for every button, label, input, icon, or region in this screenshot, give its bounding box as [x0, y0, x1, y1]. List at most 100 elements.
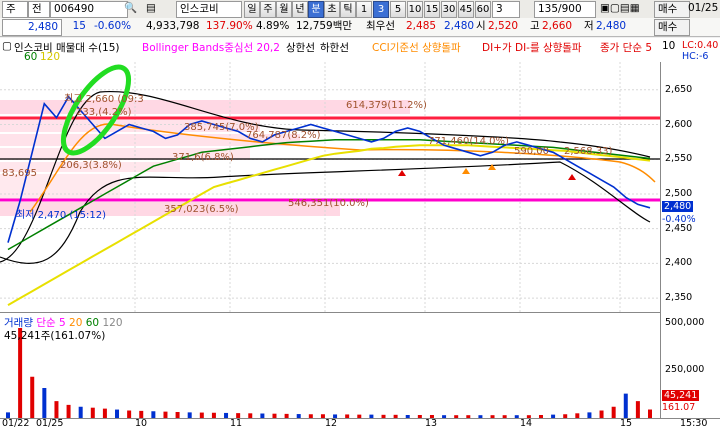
- open-label: 시: [476, 20, 486, 32]
- legend-bb[interactable]: Bollinger Bands중심선 20,2: [142, 40, 280, 55]
- period-button[interactable]: 월: [276, 1, 292, 18]
- time-tick: 15: [620, 418, 633, 429]
- volume-bar: [30, 376, 35, 418]
- legend-ma[interactable]: 종가 단순 5: [600, 40, 652, 55]
- sell-button[interactable]: 매수: [654, 19, 690, 36]
- prev-button[interactable]: 전: [28, 1, 50, 18]
- volume-current-tag: 45,241: [662, 390, 700, 401]
- time-tick-end: 15:30: [680, 418, 708, 429]
- label-p1: 614,379(11.2%): [346, 100, 427, 111]
- time-tick: 11: [230, 418, 243, 429]
- code-input[interactable]: 006490: [50, 1, 128, 18]
- price-tick: 2,600: [665, 118, 693, 130]
- interval-select-value: 3: [496, 3, 503, 15]
- volume-value: 45,241주(161.07%): [4, 330, 106, 342]
- volume-bar: [611, 406, 616, 418]
- label-p4: 764,787(8.2%): [246, 130, 321, 141]
- count-box[interactable]: 135/900: [534, 1, 596, 18]
- volume-ma120: 120: [102, 317, 123, 329]
- legend-di[interactable]: DI+가 DI-를 상향돌파: [482, 40, 582, 55]
- legend-hc: HC:-6: [682, 51, 709, 62]
- market-select[interactable]: 주: [2, 1, 28, 18]
- change: 15: [72, 20, 86, 32]
- volume-bar: [102, 408, 107, 418]
- price-tick: 2,650: [665, 83, 693, 95]
- time-tick: 01/25: [36, 418, 64, 429]
- time-tick: 14: [520, 418, 533, 429]
- time-tick: 13: [425, 418, 438, 429]
- market-label: 주: [6, 3, 16, 15]
- amount: 12,759백만: [296, 20, 353, 32]
- high-price: 2,660: [542, 20, 573, 32]
- volume-bar: [54, 401, 59, 418]
- period-button[interactable]: 분: [308, 1, 324, 18]
- interval-button[interactable]: 45: [458, 1, 474, 18]
- volume-bar: [599, 410, 604, 418]
- change-pct: -0.60%: [94, 20, 132, 32]
- window-icons[interactable]: ▣▢▤▦: [600, 1, 640, 16]
- period-button[interactable]: 초: [324, 1, 340, 18]
- legend-lc: LC:0.40: [682, 40, 719, 51]
- legend-ma10[interactable]: 10: [662, 40, 675, 52]
- label-p5: 771,460(14.0%): [428, 136, 509, 147]
- interval-button[interactable]: 15: [424, 1, 440, 18]
- interval-button[interactable]: 30: [441, 1, 457, 18]
- bid-price: 2,480: [444, 20, 475, 32]
- time-axis: 01/22 01/25 10 11 12 13 14 15 15:30: [0, 418, 720, 429]
- volume-current-pct: 161.07: [662, 402, 696, 413]
- legend-cci[interactable]: CCI기준선 상향돌파: [372, 40, 461, 55]
- volume-bar: [127, 410, 132, 418]
- volume-bar: [66, 404, 71, 418]
- period-button[interactable]: 일: [244, 1, 260, 18]
- price-chart[interactable]: 최고 2,660 (09:3 614,379(11.2%) 385,745(7.…: [0, 62, 660, 312]
- interval-button[interactable]: 10: [407, 1, 423, 18]
- high-label: 고: [530, 20, 540, 32]
- label-p12: 357,023(6.5%): [164, 204, 239, 215]
- buy-button[interactable]: 매수: [654, 1, 690, 18]
- vol-ratio: 137.90%: [206, 20, 253, 32]
- lock-icon[interactable]: ▢: [2, 40, 12, 52]
- interval-select[interactable]: 3: [492, 1, 520, 18]
- label-p13: 546,351(10.0%): [288, 198, 369, 209]
- turnover: 4.89%: [256, 20, 290, 32]
- time-tick: 12: [325, 418, 338, 429]
- period-button[interactable]: 년: [292, 1, 308, 18]
- volume-bar: [115, 409, 120, 418]
- volume-bar: [139, 410, 144, 418]
- label-p7: 590,00: [514, 146, 549, 157]
- interval-button[interactable]: 60: [475, 1, 491, 18]
- price-tick: 2,350: [665, 292, 693, 304]
- interval-button[interactable]: 1: [356, 1, 372, 18]
- interval-button[interactable]: 5: [390, 1, 406, 18]
- legend-lower[interactable]: 하한선: [320, 40, 349, 55]
- period-button[interactable]: 주: [260, 1, 276, 18]
- current-pct-tag: -0.40%: [662, 213, 696, 225]
- time-tick: 01/22: [2, 418, 30, 429]
- time-tick: 10: [135, 418, 148, 429]
- search-icon[interactable]: 🔍: [124, 1, 137, 16]
- volume: 4,933,798: [146, 20, 200, 32]
- code-value: 006490: [54, 3, 95, 15]
- price-axis: 2,650 2,600 2,550 2,500 2,450 2,400 2,350 2,480…: [660, 62, 720, 418]
- count-value: 135/900: [538, 3, 582, 15]
- open-price: 2,520: [488, 20, 519, 32]
- current-price-tag: 2,480: [662, 200, 694, 212]
- chart-icon[interactable]: ▤: [146, 1, 156, 16]
- volume-tick: 500,000: [665, 317, 705, 329]
- label-p8: 2,568.33): [564, 146, 613, 157]
- time-label: 01/25: [688, 2, 719, 14]
- volume-chart[interactable]: 거래량 단순 5 20 60 120 45,241주(161.07%): [0, 312, 660, 419]
- period-button[interactable]: 틱: [340, 1, 356, 18]
- low-label: 저: [584, 20, 594, 32]
- buy-label: 매수: [658, 3, 678, 15]
- ask-price: 2,485: [406, 20, 437, 32]
- sell-label: 매수: [658, 21, 678, 33]
- interval-button[interactable]: 3: [373, 1, 389, 18]
- volume-bar: [635, 401, 640, 418]
- quote-bar: 2,480 15 -0.60% 4,933,798 137.90% 4.89% …: [0, 18, 720, 37]
- prev-label: 전: [32, 3, 42, 15]
- label-low: 최저 2,470 (15:12): [16, 210, 107, 221]
- volume-bar: [623, 393, 628, 418]
- label-p6: 233,(4.2%): [76, 107, 132, 118]
- legend-upper[interactable]: 상한선: [286, 40, 315, 55]
